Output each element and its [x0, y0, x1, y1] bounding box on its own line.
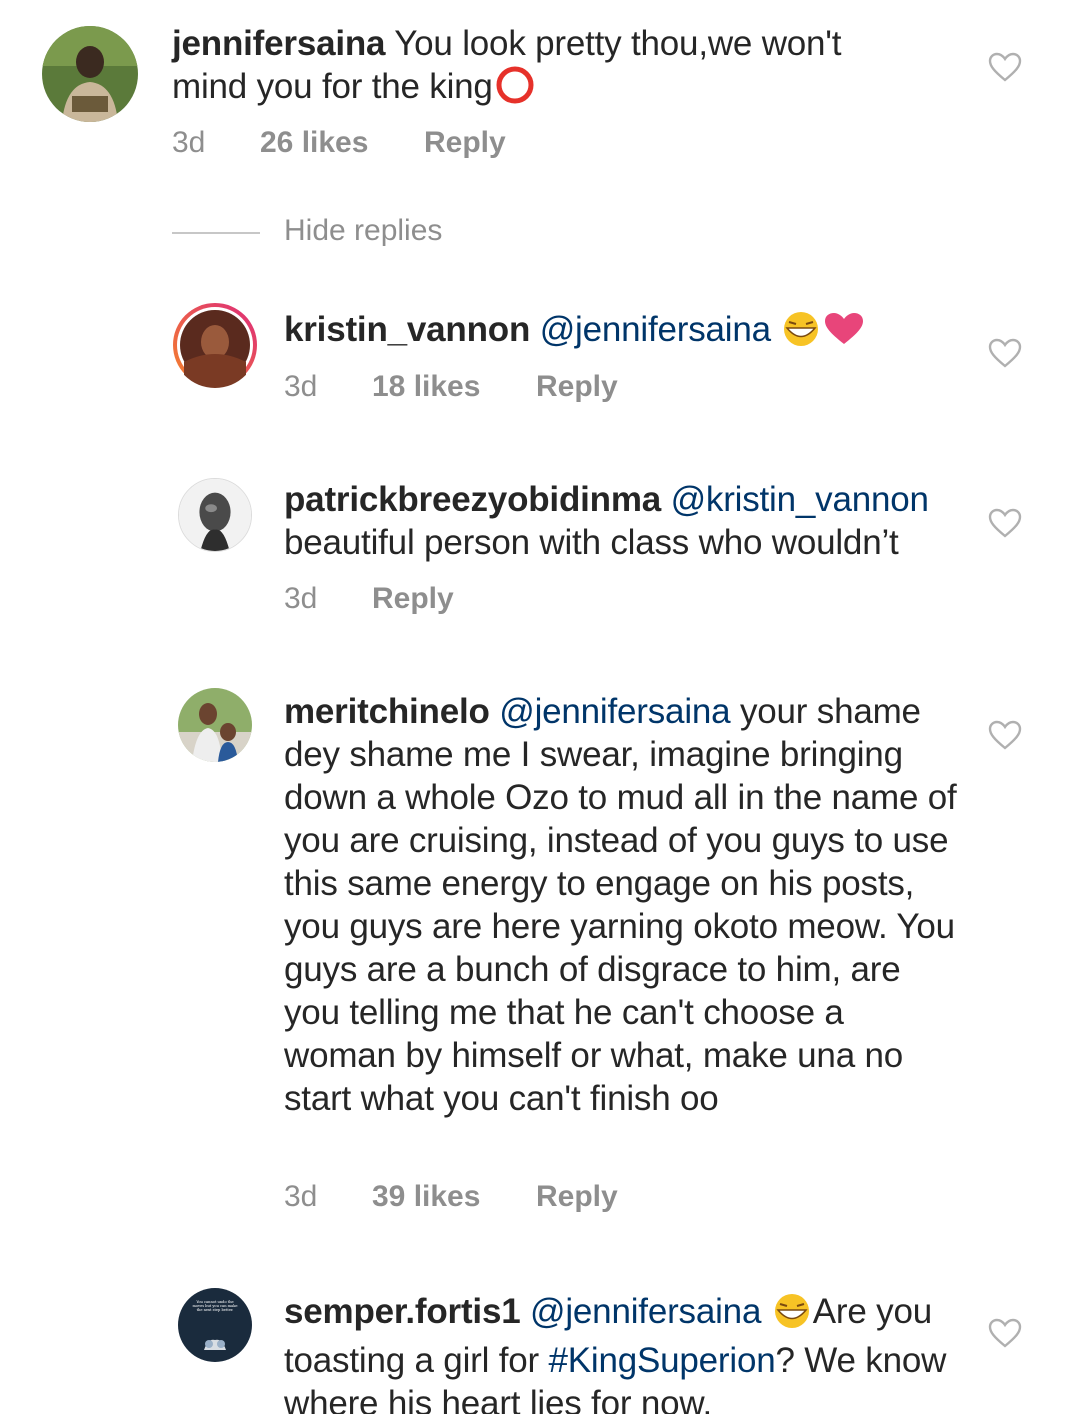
avatar[interactable]: You cannot undo the moves but you can ma…: [178, 1288, 252, 1362]
comment-time: 3d: [284, 1180, 318, 1213]
likes-count[interactable]: 26 likes: [260, 126, 424, 160]
avatar-story-ring[interactable]: [172, 302, 258, 388]
mention-link[interactable]: @jennifersaina: [540, 310, 771, 349]
comment-body: your shame dey shame me I swear, imagine…: [284, 692, 957, 1118]
pink-heart-icon: [822, 311, 866, 357]
comment-body: beautiful person with class who wouldn’t: [284, 523, 899, 562]
red-circle-icon: [493, 66, 537, 114]
comment-text: kristin_vannon @jennifersaina: [284, 308, 974, 357]
like-heart-icon[interactable]: [988, 1318, 1022, 1348]
reply-button[interactable]: Reply: [536, 1180, 618, 1214]
comment-meta: 3d 18 likes Reply: [284, 370, 618, 404]
comment-time: 3d: [284, 370, 318, 403]
reply-button[interactable]: Reply: [372, 582, 454, 616]
hashtag-link[interactable]: #KingSuperion: [548, 1341, 775, 1380]
mention-link[interactable]: @kristin_vannon: [671, 480, 929, 519]
comment-meta: 3d Reply: [284, 582, 454, 616]
reply-button[interactable]: Reply: [424, 126, 506, 160]
avatar[interactable]: [178, 478, 252, 552]
likes-count[interactable]: 18 likes: [372, 370, 536, 404]
comment-text: meritchinelo @jennifersaina your shame d…: [284, 690, 960, 1120]
likes-count[interactable]: 39 likes: [372, 1180, 536, 1214]
like-heart-icon[interactable]: [988, 720, 1022, 750]
comment-username[interactable]: patrickbreezyobidinma: [284, 480, 661, 519]
like-heart-icon[interactable]: [988, 508, 1022, 538]
reply-button[interactable]: Reply: [536, 370, 618, 404]
comment-meta: 3d 26 likes Reply: [172, 126, 506, 160]
mention-link[interactable]: @jennifersaina: [530, 1292, 761, 1331]
avatar-photo-icon: [178, 688, 252, 762]
hide-replies-label[interactable]: Hide replies: [284, 214, 442, 248]
avatar-photo-icon: [173, 303, 257, 388]
like-heart-icon[interactable]: [988, 52, 1022, 82]
avatar[interactable]: [178, 688, 252, 762]
laughing-emoji-icon: [771, 1293, 813, 1339]
comment-username[interactable]: meritchinelo: [284, 692, 490, 731]
laughing-emoji-icon: [780, 311, 822, 357]
avatar-quote-text: You cannot undo the moves but you can ma…: [192, 1300, 238, 1313]
comment-username[interactable]: semper.fortis1: [284, 1292, 521, 1331]
avatar-photo-icon: [42, 26, 138, 122]
comment-time: 3d: [284, 582, 318, 615]
divider: [172, 232, 260, 234]
avatar-photo-icon: [179, 479, 251, 551]
comment-username[interactable]: jennifersaina: [172, 24, 386, 63]
comment-text: patrickbreezyobidinma @kristin_vannon be…: [284, 478, 974, 564]
comment-text: jennifersaina You look pretty thou,we wo…: [172, 22, 862, 114]
mention-link[interactable]: @jennifersaina: [499, 692, 730, 731]
avatar[interactable]: [42, 26, 138, 122]
like-heart-icon[interactable]: [988, 338, 1022, 368]
comment-time: 3d: [172, 126, 206, 159]
comment-username[interactable]: kristin_vannon: [284, 310, 530, 349]
comment-meta: 3d 39 likes Reply: [284, 1180, 618, 1214]
comment-text: semper.fortis1 @jennifersaina Are you to…: [284, 1290, 960, 1414]
